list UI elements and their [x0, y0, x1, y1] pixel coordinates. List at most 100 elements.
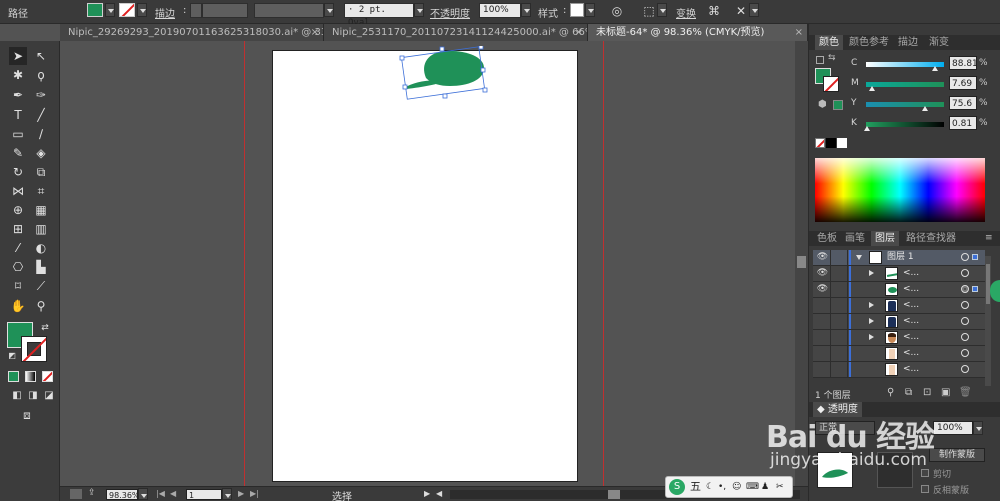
- opacity-link[interactable]: 不透明度: [430, 5, 470, 20]
- channel-slider-knob[interactable]: [868, 86, 875, 91]
- none-color-icon[interactable]: [815, 138, 825, 148]
- align-dropdown[interactable]: [657, 3, 667, 17]
- target-circle-icon[interactable]: [961, 253, 969, 261]
- expand-triangle-icon[interactable]: [869, 334, 874, 340]
- brush-dropdown[interactable]: [414, 3, 424, 17]
- width-tool-icon[interactable]: ⋈: [9, 182, 27, 200]
- align-icon[interactable]: ⬚: [641, 3, 657, 19]
- doc-tab-1[interactable]: Nipic_29269293_20190701163625318030.ai* …: [60, 24, 324, 41]
- invert-mask-checkbox[interactable]: [921, 485, 929, 493]
- symbol-sprayer-tool-icon[interactable]: ⎔: [9, 258, 27, 276]
- mesh-tool-icon[interactable]: ⊞: [9, 220, 27, 238]
- tab-swatches[interactable]: 色板: [813, 231, 841, 246]
- magic-wand-tool-icon[interactable]: ✱: [9, 66, 27, 84]
- locate-object-icon[interactable]: ⚲: [887, 387, 894, 398]
- curvature-tool-icon[interactable]: ✑: [32, 86, 50, 104]
- ime-logo-icon[interactable]: S: [669, 479, 685, 495]
- target-circle-icon[interactable]: [961, 269, 969, 277]
- direct-selection-tool-icon[interactable]: ↖: [32, 47, 50, 65]
- layers-scroll-thumb[interactable]: [986, 264, 990, 304]
- pencil-tool-icon[interactable]: ✎: [9, 144, 27, 162]
- channel-slider-knob[interactable]: [921, 106, 928, 111]
- close-icon[interactable]: ×: [311, 24, 319, 41]
- lock-toggle[interactable]: [832, 362, 848, 377]
- color-mode-icon[interactable]: [8, 371, 19, 382]
- last-artboard-icon[interactable]: ▶|: [250, 489, 259, 498]
- layer-name[interactable]: <...: [903, 282, 919, 297]
- ime-tools-icon[interactable]: ✂: [776, 477, 784, 497]
- lasso-tool-icon[interactable]: ϙ: [32, 66, 50, 84]
- lock-toggle[interactable]: [832, 346, 848, 361]
- zoom-dropdown[interactable]: [138, 488, 148, 500]
- channel-value-field[interactable]: 75.6: [949, 96, 977, 110]
- doc-tab-2[interactable]: Nipic_2531170_20110723141124425000.ai* @…: [324, 24, 588, 41]
- new-sublayer-icon[interactable]: ⊡: [923, 387, 931, 398]
- panel-menu-icon[interactable]: ≡: [985, 233, 993, 243]
- artboard-number-field[interactable]: 1: [186, 489, 222, 500]
- lock-toggle[interactable]: [832, 266, 848, 281]
- opacity-dropdown[interactable]: [521, 3, 531, 17]
- stroke-weight-field[interactable]: [202, 3, 248, 18]
- sublayer-row[interactable]: <...: [813, 314, 985, 330]
- stroke-color-box[interactable]: [21, 336, 47, 362]
- channel-slider-knob[interactable]: [932, 66, 939, 71]
- clipping-mask-icon[interactable]: ⧉: [905, 387, 912, 398]
- collapse-triangle-icon[interactable]: [856, 255, 862, 260]
- ime-keyboard-icon[interactable]: ⌨: [746, 477, 759, 497]
- layer-name[interactable]: <...: [903, 346, 919, 361]
- tab-stroke[interactable]: 描边: [894, 35, 922, 50]
- default-colors-icon[interactable]: ◩: [3, 347, 21, 365]
- ime-punct-icon[interactable]: •,: [718, 477, 726, 497]
- expand-triangle-icon[interactable]: [869, 318, 874, 324]
- ime-mode-label[interactable]: 五: [690, 477, 701, 497]
- ime-moon-icon[interactable]: ☾: [706, 477, 714, 497]
- channel-slider-track[interactable]: [866, 102, 944, 107]
- channel-value-field[interactable]: 88.81: [949, 56, 978, 70]
- gradient-tool-icon[interactable]: ▥: [32, 220, 50, 238]
- recolor-icon[interactable]: ◎: [609, 3, 625, 19]
- hand-tool-icon[interactable]: ✋: [9, 297, 27, 315]
- white-color-icon[interactable]: [837, 138, 847, 148]
- expand-triangle-icon[interactable]: [869, 302, 874, 308]
- selection-tool-icon[interactable]: ➤: [9, 47, 27, 65]
- isolate-icon[interactable]: ⌘: [706, 3, 722, 19]
- arrange-dropdown[interactable]: [749, 3, 759, 17]
- transparency-opacity-field[interactable]: 100%: [933, 421, 973, 435]
- close-icon[interactable]: ×: [575, 24, 583, 41]
- zoom-tool-icon[interactable]: ⚲: [32, 297, 50, 315]
- status-menu-icon[interactable]: ▶: [424, 489, 430, 498]
- profile-dropdown[interactable]: [324, 3, 334, 17]
- target-circle-icon[interactable]: [961, 365, 969, 373]
- tab-color[interactable]: 颜色: [815, 35, 843, 50]
- scroll-left-icon[interactable]: ◀: [436, 489, 442, 498]
- sublayer-row[interactable]: 👁 <...: [813, 266, 985, 282]
- draw-inside-icon[interactable]: ◪: [40, 387, 58, 405]
- screen-mode-icon[interactable]: ⧈: [18, 406, 36, 424]
- layer-name[interactable]: <...: [903, 314, 919, 329]
- layer-name[interactable]: <...: [903, 330, 919, 345]
- pen-tool-icon[interactable]: ✒: [9, 86, 27, 104]
- layer-name[interactable]: <...: [903, 266, 919, 281]
- visibility-empty[interactable]: [815, 362, 831, 377]
- fill-color-swatch[interactable]: [87, 3, 103, 17]
- next-artboard-icon[interactable]: ▶: [238, 489, 244, 498]
- new-layer-icon[interactable]: ▣: [941, 387, 950, 398]
- sublayer-row[interactable]: <...: [813, 298, 985, 314]
- clip-checkbox[interactable]: [921, 469, 929, 477]
- line-tool-icon[interactable]: ╱: [32, 106, 50, 124]
- make-mask-button[interactable]: 制作蒙版: [929, 448, 985, 462]
- layer-name[interactable]: 图层 1: [887, 250, 914, 265]
- target-circle-icon[interactable]: [961, 285, 969, 293]
- variable-width-profile[interactable]: [254, 3, 324, 18]
- scale-tool-icon[interactable]: ⧉: [32, 163, 50, 181]
- type-tool-icon[interactable]: T: [9, 106, 27, 124]
- visibility-eye-icon[interactable]: 👁: [815, 250, 831, 265]
- arrange-icon[interactable]: ✕: [733, 3, 749, 19]
- channel-slider-track[interactable]: [866, 122, 944, 127]
- rectangle-tool-icon[interactable]: ▭: [9, 125, 27, 143]
- free-transform-tool-icon[interactable]: ⌗: [32, 182, 50, 200]
- gradient-mode-icon[interactable]: [25, 371, 36, 382]
- target-circle-icon[interactable]: [961, 333, 969, 341]
- selection-indicator[interactable]: [972, 254, 978, 260]
- ime-emoji-icon[interactable]: ☺: [732, 477, 741, 497]
